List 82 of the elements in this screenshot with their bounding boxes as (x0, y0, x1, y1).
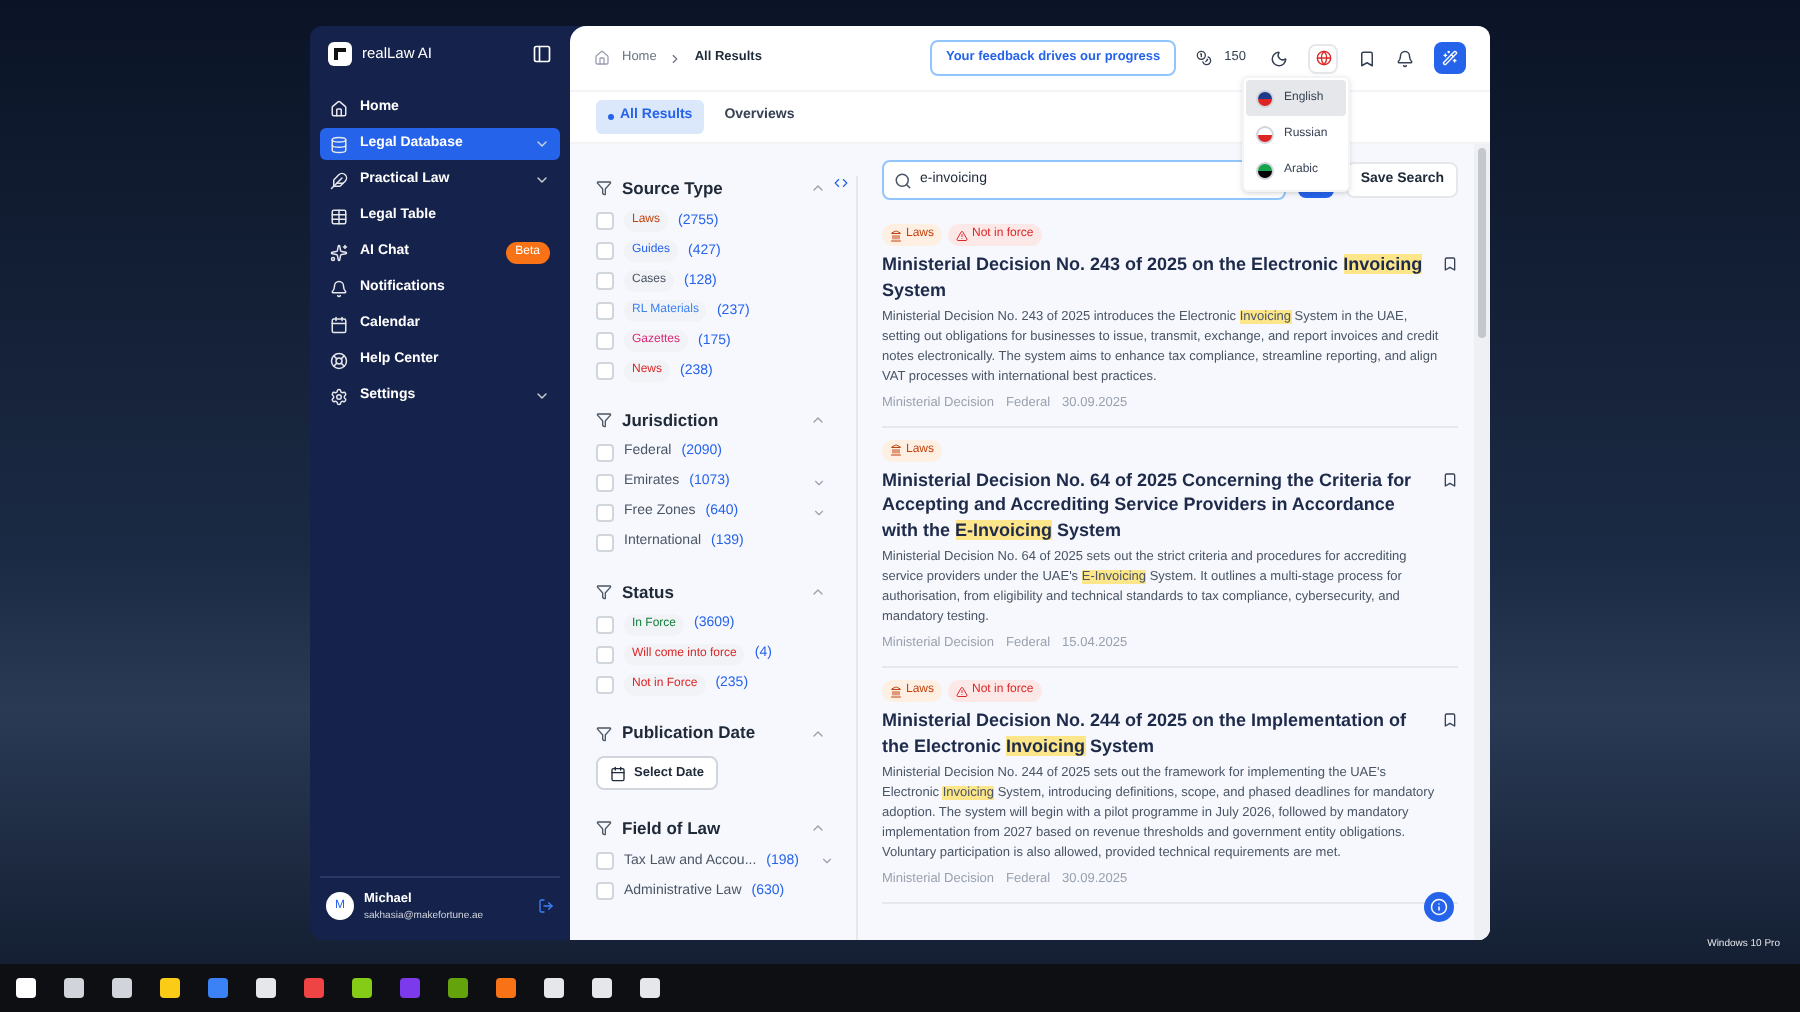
filter-title: Field of Law (622, 816, 723, 842)
language-button[interactable] (1308, 43, 1338, 73)
taskbar-app-icon[interactable] (640, 978, 660, 998)
bell-icon[interactable] (1396, 49, 1414, 67)
warning-icon (956, 685, 969, 697)
taskbar-app-icon[interactable] (592, 978, 612, 998)
bookmark-icon[interactable] (1442, 256, 1458, 272)
globe-icon (1315, 50, 1331, 66)
bell-icon (330, 279, 348, 297)
filter-icon (596, 412, 612, 429)
warning-icon (956, 229, 969, 241)
result-title[interactable]: Ministerial Decision No. 244 of 2025 on the Implementation of the Electronic Invoicing System (882, 708, 1430, 758)
taskbar-app-icon[interactable] (112, 978, 132, 998)
chevron-down-icon (534, 172, 550, 188)
moon-icon[interactable] (1270, 49, 1288, 67)
checkbox[interactable] (596, 534, 614, 552)
bookmark-icon[interactable] (1358, 49, 1376, 67)
home-icon (330, 99, 348, 117)
expand-icon[interactable] (812, 476, 826, 490)
filter-title: Source Type (622, 176, 725, 202)
taskbar-app-icon[interactable] (160, 978, 180, 998)
coins-icon (1196, 50, 1213, 66)
bookmark-icon[interactable] (1442, 471, 1458, 488)
feather-icon (330, 171, 348, 189)
taskbar-app-icon[interactable] (304, 978, 324, 998)
checkbox[interactable] (596, 615, 614, 634)
wand-icon (1442, 50, 1458, 66)
taskbar-app-icon[interactable] (544, 978, 564, 998)
filter-icon (596, 180, 612, 197)
building-icon (890, 685, 902, 697)
chevron-down-icon (534, 136, 550, 152)
chevron-down-icon (534, 388, 550, 404)
building-icon (890, 444, 902, 457)
checkbox[interactable] (596, 302, 614, 321)
taskbar-app-icon[interactable] (352, 978, 372, 998)
checkbox[interactable] (596, 332, 614, 351)
checkbox[interactable] (596, 444, 614, 462)
checkbox[interactable] (596, 212, 614, 231)
logo-icon (328, 42, 352, 66)
filter-title: Jurisdiction (622, 407, 721, 433)
filter-icon (596, 820, 612, 837)
building-icon (890, 229, 902, 241)
bookmark-icon[interactable] (1442, 712, 1458, 728)
table-icon (330, 207, 348, 225)
checkbox[interactable] (596, 675, 614, 694)
lifebuoy-icon (330, 351, 348, 369)
code-icon[interactable] (834, 176, 848, 190)
expand-icon[interactable] (812, 506, 826, 520)
search-icon (894, 171, 912, 189)
home-icon[interactable] (594, 50, 610, 66)
calendar-icon (330, 315, 348, 333)
filter-title: Publication Date (622, 720, 758, 746)
taskbar-app-icon[interactable] (496, 978, 516, 998)
chevron-right-icon (668, 51, 683, 65)
taskbar-app-icon[interactable] (448, 978, 468, 998)
expand-icon[interactable] (819, 854, 833, 869)
ai-button[interactable] (1434, 42, 1466, 74)
result-title[interactable]: Ministerial Decision No. 64 of 2025 Concerning the Criteria for Accepting and Accrediting Service Providers in Accordance with the E-Invoicing System (882, 467, 1430, 543)
checkbox[interactable] (596, 645, 614, 664)
checkbox[interactable] (596, 504, 614, 522)
filter-icon (596, 725, 612, 742)
checkbox[interactable] (596, 882, 614, 901)
checkbox[interactable] (596, 474, 614, 492)
checkbox[interactable] (596, 272, 614, 291)
scrollbar[interactable] (1474, 144, 1490, 940)
sidebar-toggle-icon[interactable] (532, 44, 552, 64)
taskbar-app-icon[interactable] (208, 978, 228, 998)
taskbar-app-icon[interactable] (16, 978, 36, 998)
calendar-icon (610, 765, 626, 781)
filter-title: Status (622, 579, 676, 605)
taskbar-app-icon[interactable] (256, 978, 276, 998)
database-icon (330, 135, 348, 153)
taskbar-app-icon[interactable] (64, 978, 84, 998)
result-title[interactable]: Ministerial Decision No. 243 of 2025 on the Electronic Invoicing System (882, 252, 1430, 302)
checkbox[interactable] (596, 852, 614, 871)
gear-icon (330, 387, 348, 405)
sparkles-icon (330, 243, 348, 261)
info-icon (1430, 898, 1448, 916)
checkbox[interactable] (596, 362, 614, 381)
checkbox[interactable] (596, 242, 614, 261)
logout-icon[interactable] (538, 898, 554, 915)
filter-icon (596, 583, 612, 600)
